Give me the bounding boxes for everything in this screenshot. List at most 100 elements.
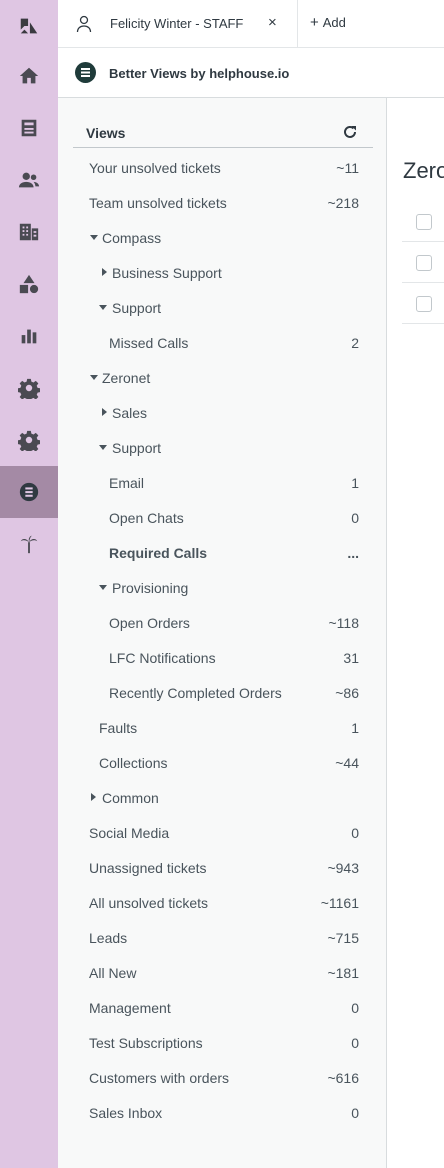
view-row-unassigned[interactable]: Unassigned tickets ~943 — [73, 850, 373, 885]
view-label: Management — [89, 1000, 171, 1016]
view-row-management[interactable]: Management 0 — [73, 990, 373, 1025]
view-row-sales-inbox[interactable]: Sales Inbox 0 — [73, 1095, 373, 1130]
view-row-collections[interactable]: Collections ~44 — [73, 745, 373, 780]
view-group-zeronet[interactable]: Zeronet — [73, 360, 373, 395]
view-count: ~943 — [327, 860, 359, 876]
view-count: 0 — [351, 1105, 359, 1121]
view-label: Your unsolved tickets — [89, 160, 221, 176]
view-count: ... — [347, 545, 359, 561]
view-label: Support — [112, 300, 162, 316]
user-icon — [76, 15, 92, 33]
caret-right-icon — [102, 408, 107, 416]
view-label: Sales Inbox — [89, 1105, 163, 1121]
view-row-customers-with-orders[interactable]: Customers with orders ~616 — [73, 1060, 373, 1095]
view-group-compass-support[interactable]: Support — [73, 290, 373, 325]
view-row-your-unsolved[interactable]: Your unsolved tickets ~11 — [73, 150, 373, 185]
add-tab-label: Add — [322, 15, 346, 30]
row-checkbox[interactable] — [416, 255, 432, 271]
home-icon[interactable] — [0, 50, 58, 102]
view-count: ~181 — [327, 965, 359, 981]
close-icon[interactable]: × — [268, 14, 277, 31]
admin-icon[interactable] — [0, 414, 58, 466]
view-label: Sales — [112, 405, 148, 421]
view-row-all-new[interactable]: All New ~181 — [73, 955, 373, 990]
add-tab-button[interactable]: + Add — [310, 15, 346, 30]
view-label: Customers with orders — [89, 1070, 230, 1086]
view-label: Open Orders — [109, 615, 190, 631]
view-count: ~11 — [336, 160, 359, 176]
view-row-lfc-notifications[interactable]: LFC Notifications 31 — [73, 640, 373, 675]
view-row-team-unsolved[interactable]: Team unsolved tickets ~218 — [73, 185, 373, 220]
main-content: Zeronet — [388, 98, 444, 1168]
view-row-open-chats[interactable]: Open Chats 0 — [73, 500, 373, 535]
view-group-zeronet-support[interactable]: Support — [73, 430, 373, 465]
view-count: 0 — [351, 1035, 359, 1051]
view-group-provisioning[interactable]: Provisioning — [73, 570, 373, 605]
view-count: ~44 — [335, 755, 359, 771]
view-count: 0 — [351, 510, 359, 526]
view-label: Missed Calls — [109, 335, 189, 351]
view-label: Test Subscriptions — [89, 1035, 203, 1051]
users-icon[interactable] — [0, 154, 58, 206]
view-count: ~86 — [335, 685, 359, 701]
view-row-open-orders[interactable]: Open Orders ~118 — [73, 605, 373, 640]
table-row[interactable] — [402, 283, 444, 324]
view-label: All unsolved tickets — [89, 895, 209, 911]
view-row-email[interactable]: Email 1 — [73, 465, 373, 500]
views-header: Views — [73, 120, 373, 148]
view-label: LFC Notifications — [109, 650, 216, 666]
app-title: Better Views by helphouse.io — [109, 66, 290, 81]
zendesk-logo-icon[interactable] — [0, 0, 58, 52]
view-group-business-support[interactable]: Business Support — [73, 255, 373, 290]
view-label: Support — [112, 440, 162, 456]
view-count: ~715 — [327, 930, 359, 946]
view-label: Faults — [99, 720, 138, 736]
view-group-sales[interactable]: Sales — [73, 395, 373, 430]
view-row-leads[interactable]: Leads ~715 — [73, 920, 373, 955]
tab-user[interactable]: Felicity Winter - STAFF × — [58, 0, 298, 48]
view-label: Leads — [89, 930, 128, 946]
view-label: Compass — [102, 230, 162, 246]
view-label: Recently Completed Orders — [109, 685, 282, 701]
shapes-icon[interactable] — [0, 258, 58, 310]
view-count: 1 — [351, 720, 359, 736]
refresh-icon[interactable] — [342, 124, 358, 140]
plus-icon: + — [310, 14, 319, 31]
settings-icon[interactable] — [0, 362, 58, 414]
view-row-social-media[interactable]: Social Media 0 — [73, 815, 373, 850]
caret-right-icon — [91, 793, 96, 801]
organizations-icon[interactable] — [0, 206, 58, 258]
view-label: Zeronet — [102, 370, 151, 386]
caret-down-icon — [90, 375, 98, 380]
view-label: Team unsolved tickets — [89, 195, 227, 211]
inbox-icon[interactable] — [0, 102, 58, 154]
view-group-common[interactable]: Common — [73, 780, 373, 815]
view-row-recently-completed-orders[interactable]: Recently Completed Orders ~86 — [73, 675, 373, 710]
view-row-required-calls[interactable]: Required Calls ... — [73, 535, 373, 570]
view-count: 2 — [351, 335, 359, 351]
view-label: Common — [102, 790, 159, 806]
view-label: Collections — [99, 755, 168, 771]
view-row-test-subscriptions[interactable]: Test Subscriptions 0 — [73, 1025, 373, 1060]
better-views-app-icon[interactable] — [0, 466, 58, 518]
row-checkbox[interactable] — [416, 296, 432, 312]
view-label: Unassigned tickets — [89, 860, 207, 876]
view-label: Business Support — [112, 265, 222, 281]
views-panel: Views Your unsolved tickets ~11 Team uns… — [58, 98, 387, 1168]
caret-down-icon — [99, 305, 107, 310]
view-row-faults[interactable]: Faults 1 — [73, 710, 373, 745]
view-row-missed-calls[interactable]: Missed Calls 2 — [73, 325, 373, 360]
reporting-icon[interactable] — [0, 310, 58, 362]
caret-right-icon — [102, 268, 107, 276]
palm-tree-icon[interactable] — [0, 518, 58, 570]
view-group-compass[interactable]: Compass — [73, 220, 373, 255]
table-row[interactable] — [402, 242, 444, 283]
view-row-all-unsolved[interactable]: All unsolved tickets ~1161 — [73, 885, 373, 920]
page-title: Zeronet — [403, 158, 444, 183]
view-count: ~1161 — [320, 895, 359, 911]
table-header-row — [402, 201, 444, 242]
view-label: Provisioning — [112, 580, 189, 596]
left-nav-rail — [0, 0, 58, 1168]
better-views-logo-icon — [75, 62, 96, 83]
select-all-checkbox[interactable] — [416, 214, 432, 230]
